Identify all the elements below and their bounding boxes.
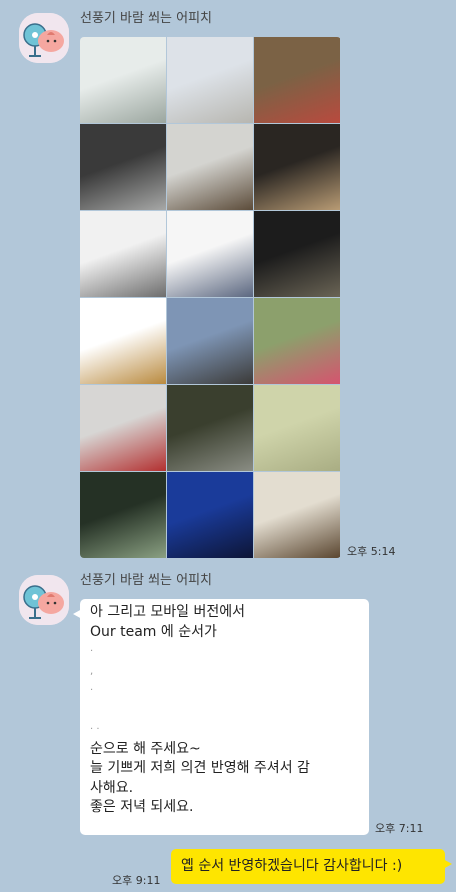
sender-name: 선풍기 바람 쐬는 어피치 (80, 11, 212, 26)
message-line: 아 그리고 모바일 버전에서 (90, 604, 246, 620)
snow-field-photo[interactable] (167, 211, 253, 297)
my-message-bubble[interactable]: 옙 순서 반영하겠습니다 감사합니다 :) (171, 849, 452, 884)
sender-avatar[interactable] (19, 575, 69, 625)
gallery-wall-photo[interactable] (80, 124, 166, 210)
message-line (90, 701, 359, 721)
birds-sky-photo[interactable] (80, 37, 166, 123)
sender-name: 선풍기 바람 쐬는 어피치 (80, 573, 212, 588)
message-time: 오후 5:14 (347, 545, 396, 558)
night-buildings-photo[interactable] (167, 472, 253, 558)
rocky-ground-photo[interactable] (254, 472, 340, 558)
cloudy-rooftop-photo[interactable] (167, 37, 253, 123)
message-line: 좋은 저녁 되세요. (90, 799, 194, 815)
sand-horizon-photo[interactable] (80, 298, 166, 384)
message-line: · (90, 685, 94, 696)
message-bubble[interactable]: 아 그리고 모바일 버전에서 Our team 에 순서가 · , · · · … (73, 599, 369, 835)
message-line: · · (90, 724, 100, 735)
red-mailbox-photo[interactable] (80, 385, 166, 471)
apeach-fan-icon (19, 13, 69, 63)
hand-dark-photo[interactable] (254, 124, 340, 210)
message-line: · (90, 646, 94, 657)
pale-field-photo[interactable] (254, 385, 340, 471)
message-line: Our team 에 순서가 (90, 623, 217, 640)
message-line: 늘 기쁘게 저희 의견 반영해 주셔서 감 (90, 760, 310, 776)
message-line: , (90, 665, 94, 677)
message-line: 사해요. (90, 779, 134, 796)
sender-avatar[interactable] (19, 13, 69, 63)
forest-bench-photo[interactable] (167, 385, 253, 471)
dark-hall-photo[interactable] (254, 211, 340, 297)
message-time: 오후 7:11 (375, 822, 424, 835)
snow-lines-photo[interactable] (80, 211, 166, 297)
message-time: 오후 9:11 (112, 874, 161, 887)
photo-album[interactable] (80, 37, 341, 558)
message-line: 순으로 해 주세요~ (90, 740, 201, 757)
apeach-fan-icon (19, 575, 69, 625)
flowers-photo[interactable] (254, 298, 340, 384)
window-shutter-photo[interactable] (254, 37, 340, 123)
head-sculpture-photo[interactable] (167, 124, 253, 210)
aerial-city-photo[interactable] (167, 298, 253, 384)
bamboo-forest-photo[interactable] (80, 472, 166, 558)
